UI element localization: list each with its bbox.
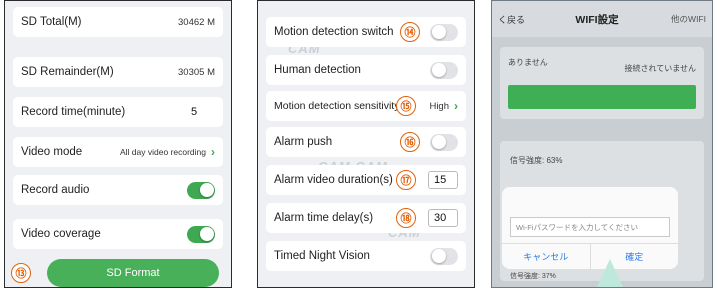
motion-switch-toggle[interactable]	[430, 23, 458, 41]
wifi-signal-2: 信号強度: 37%	[510, 273, 556, 280]
sd-remainder-value: 30305 M	[178, 66, 215, 78]
wifi-signal-1: 信号強度: 63%	[510, 156, 563, 165]
alarm-video-duration-input[interactable]: 15	[428, 171, 458, 189]
video-mode-row[interactable]: Video mode All day video recording ›	[13, 137, 223, 167]
callout-badge-15: ⑮	[396, 96, 416, 116]
wifi-password-dialog: Wi-Fiパスワードを入力してください キャンセル 確定	[502, 187, 678, 269]
other-wifi-button[interactable]: 他のWIFI	[656, 13, 706, 25]
callout-badge-17: ⑰	[396, 170, 416, 190]
alarm-push-toggle[interactable]	[430, 133, 458, 151]
human-detection-label: Human detection	[274, 64, 361, 76]
alarm-push-row: Alarm push	[266, 127, 466, 157]
wifi-none-label: ありません	[508, 58, 548, 67]
chevron-right-icon: ›	[211, 145, 215, 159]
wifi-settings-panel: く戻る WIFI設定 他のWIFI ありません 接続されていません 信号強度: …	[491, 0, 713, 288]
sd-remainder-row: SD Remainder(M) 30305 M	[13, 57, 223, 87]
record-audio-label: Record audio	[21, 184, 90, 196]
callout-badge-14: ⑭	[400, 22, 420, 42]
sd-remainder-label: SD Remainder(M)	[21, 66, 114, 78]
record-time-label: Record time(minute)	[21, 106, 126, 118]
motion-settings-panel: CAM CAM CAM CAM Motion detection switch …	[257, 0, 475, 288]
callout-badge-16: ⑯	[400, 132, 420, 152]
video-coverage-row: Video coverage	[13, 219, 223, 249]
night-vision-label: Timed Night Vision	[274, 250, 370, 262]
wifi-header: く戻る WIFI設定 他のWIFI	[492, 1, 712, 37]
video-mode-value: All day video recording	[120, 147, 206, 157]
sd-total-label: SD Total(M)	[21, 16, 82, 28]
sd-total-row: SD Total(M) 30462 M	[13, 7, 223, 37]
record-audio-row: Record audio	[13, 175, 223, 205]
record-audio-toggle[interactable]	[187, 181, 215, 199]
dialog-actions: キャンセル 確定	[502, 243, 678, 269]
alarm-time-delay-input[interactable]: 30	[428, 209, 458, 227]
human-detection-toggle[interactable]	[430, 61, 458, 79]
back-button[interactable]: く戻る	[498, 13, 538, 26]
motion-switch-row: Motion detection switch	[266, 17, 466, 47]
video-coverage-toggle[interactable]	[187, 225, 215, 243]
pointer-arrow-icon	[596, 259, 624, 287]
human-detection-row: Human detection	[266, 55, 466, 85]
video-coverage-label: Video coverage	[21, 228, 101, 240]
wifi-not-connected-label: 接続されていません	[624, 64, 696, 73]
sensitivity-row[interactable]: Motion detection sensitivity High ›	[266, 91, 466, 121]
callout-badge-18: ⑱	[396, 208, 416, 228]
chevron-right-icon: ›	[454, 99, 458, 113]
callout-badge-13: ⑬	[11, 263, 31, 283]
wifi-password-input[interactable]: Wi-Fiパスワードを入力してください	[510, 217, 670, 237]
sd-total-value: 30462 M	[178, 16, 215, 28]
wifi-connect-button[interactable]	[508, 85, 696, 109]
sensitivity-value: High	[429, 100, 449, 112]
night-vision-toggle[interactable]	[430, 247, 458, 265]
sd-settings-panel: CAM CAM CAM CAM CAM CAM SD Total(M) 3046…	[4, 0, 232, 288]
record-time-row[interactable]: Record time(minute) 5	[13, 97, 223, 127]
night-vision-row: Timed Night Vision	[266, 241, 466, 271]
cancel-button[interactable]: キャンセル	[502, 244, 591, 269]
sensitivity-label: Motion detection sensitivity	[274, 100, 400, 112]
record-time-input[interactable]: 5	[185, 103, 215, 121]
alarm-video-duration-row: Alarm video duration(s) 15	[266, 165, 466, 195]
sd-format-button[interactable]: SD Format	[47, 259, 219, 287]
wifi-title: WIFI設定	[575, 13, 619, 26]
video-mode-label: Video mode	[21, 146, 83, 158]
alarm-time-delay-row: Alarm time delay(s) 30	[266, 203, 466, 233]
